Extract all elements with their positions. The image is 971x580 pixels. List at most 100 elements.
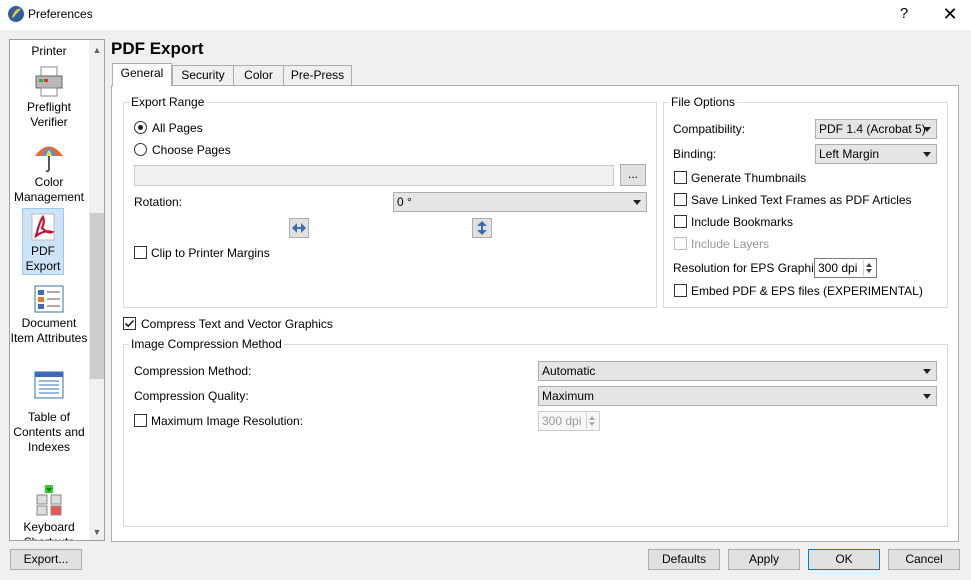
eps-resolution-spinbox[interactable]: 300 dpi [814,258,877,278]
checkmark-icon [124,319,135,328]
embed-pdf-eps-checkbox[interactable] [674,284,687,297]
generate-thumbnails-checkbox[interactable] [674,171,687,184]
tab-security[interactable]: Security [172,65,234,85]
scroll-up-icon[interactable]: ▲ [89,42,104,58]
eps-resolution-label: Resolution for EPS Graphics: [673,261,830,275]
preferences-category-list[interactable]: Printer Preflight Verifier Color Managem… [9,39,105,541]
export-button[interactable]: Export... [10,549,82,570]
compression-method-label: Compression Method: [134,364,252,378]
include-layers-label: Include Layers [691,237,770,251]
clip-to-margins-checkbox[interactable] [134,246,147,259]
spin-up-icon[interactable] [866,263,872,267]
compress-text-label[interactable]: Compress Text and Vector Graphics [141,317,333,331]
max-image-resolution-label[interactable]: Maximum Image Resolution: [151,414,303,428]
compression-quality-label: Compression Quality: [134,389,249,403]
sidebar-item-keyboard-shortcuts[interactable]: Keyboard Shortcuts [10,484,88,540]
compression-quality-select[interactable]: Maximum [538,386,937,406]
sidebar-item-label: PDF Export [25,244,61,273]
chevron-down-icon [633,200,641,205]
spin-down-icon[interactable] [866,269,872,273]
radio-dot [138,125,143,130]
printer-icon [35,66,63,97]
mirror-horizontal-button[interactable] [289,218,309,238]
chevron-down-icon [923,152,931,157]
spin-down-icon [589,422,595,426]
compress-text-checkbox[interactable] [123,317,136,330]
scribus-app-icon [8,6,24,22]
choose-pages-label[interactable]: Choose Pages [152,143,231,157]
ok-button[interactable]: OK [808,549,880,570]
window-title: Preferences [28,7,93,21]
title-bar [0,0,971,30]
flip-vertical-icon [477,221,487,235]
spin-up-icon [589,416,595,420]
scroll-down-icon[interactable]: ▼ [89,524,104,540]
sidebar-item-label: Keyboard Shortcuts [23,520,75,540]
sidebar-item-color-management[interactable]: Color Management [10,139,88,205]
file-options-title: File Options [669,95,738,109]
all-pages-radio[interactable] [134,121,147,134]
compatibility-value: PDF 1.4 (Acrobat 5) [819,122,926,136]
sidebar-item-label: Printer [31,44,67,58]
apply-button[interactable]: Apply [728,549,800,570]
compatibility-select[interactable]: PDF 1.4 (Acrobat 5) [815,119,937,139]
embed-pdf-eps-label[interactable]: Embed PDF & EPS files (EXPERIMENTAL) [691,284,923,298]
spin-arrows[interactable] [863,260,875,276]
sidebar-item-label: Table of Contents and Indexes [13,410,85,454]
table-of-contents-icon [34,371,64,399]
eps-resolution-value: 300 dpi [818,261,858,275]
include-bookmarks-checkbox[interactable] [674,215,687,228]
tab-pre-press[interactable]: Pre-Press [283,65,352,85]
max-image-resolution-checkbox[interactable] [134,414,147,427]
compression-quality-value: Maximum [542,389,595,403]
all-pages-label[interactable]: All Pages [152,121,203,135]
tab-color[interactable]: Color [233,65,284,85]
close-button[interactable]: ✕ [936,3,964,25]
export-range-title: Export Range [129,95,207,109]
compression-method-value: Automatic [542,364,596,378]
binding-label: Binding: [673,147,717,161]
sidebar-item-label: Document Item Attributes [10,316,88,345]
include-bookmarks-label[interactable]: Include Bookmarks [691,215,793,229]
cancel-button[interactable]: Cancel [888,549,960,570]
page-range-input[interactable] [134,165,614,186]
scrollbar-thumb[interactable] [90,213,104,379]
save-linked-frames-checkbox[interactable] [674,193,687,206]
binding-select[interactable]: Left Margin [815,144,937,164]
include-layers-checkbox [674,237,687,250]
sidebar-scrollbar[interactable]: ▲ ▼ [89,40,104,540]
max-image-resolution-spinbox: 300 dpi [538,411,600,431]
choose-pages-radio[interactable] [134,143,147,156]
sidebar-item-preflight-verifier[interactable]: Preflight Verifier [10,64,88,130]
umbrella-icon [35,146,63,173]
sidebar-item-label: Color Management [13,175,85,204]
compression-method-select[interactable]: Automatic [538,361,937,381]
rotation-select[interactable]: 0 ° [393,192,647,212]
generate-thumbnails-label[interactable]: Generate Thumbnails [691,171,806,185]
mirror-vertical-button[interactable] [472,218,492,238]
sidebar-item-table-of-contents[interactable]: Table of Contents and Indexes [10,370,88,455]
pdf-icon [31,213,55,241]
rotation-value: 0 ° [397,195,412,209]
page-title: PDF Export [111,39,204,58]
sidebar-item-label: Preflight Verifier [26,100,72,129]
chevron-down-icon [923,369,931,374]
chevron-down-icon [923,127,931,132]
compatibility-label: Compatibility: [673,122,746,136]
keyboard-icon [36,485,62,516]
flip-horizontal-icon [292,223,306,233]
save-linked-frames-label[interactable]: Save Linked Text Frames as PDF Articles [691,193,912,207]
rotation-label: Rotation: [134,195,183,209]
sidebar-item-pdf-export[interactable]: PDF Export [22,208,64,275]
clip-to-margins-label[interactable]: Clip to Printer Margins [151,246,270,260]
spin-arrows [586,413,598,429]
image-compression-title: Image Compression Method [129,337,284,351]
defaults-button[interactable]: Defaults [648,549,720,570]
browse-pages-button[interactable]: ... [620,164,646,186]
tab-general[interactable]: General [112,63,172,86]
help-button[interactable]: ? [890,3,918,25]
attributes-list-icon [34,285,64,313]
chevron-down-icon [923,394,931,399]
sidebar-item-document-item-attributes[interactable]: Document Item Attributes [10,284,88,346]
sidebar-item-printer[interactable]: Printer [10,44,88,59]
